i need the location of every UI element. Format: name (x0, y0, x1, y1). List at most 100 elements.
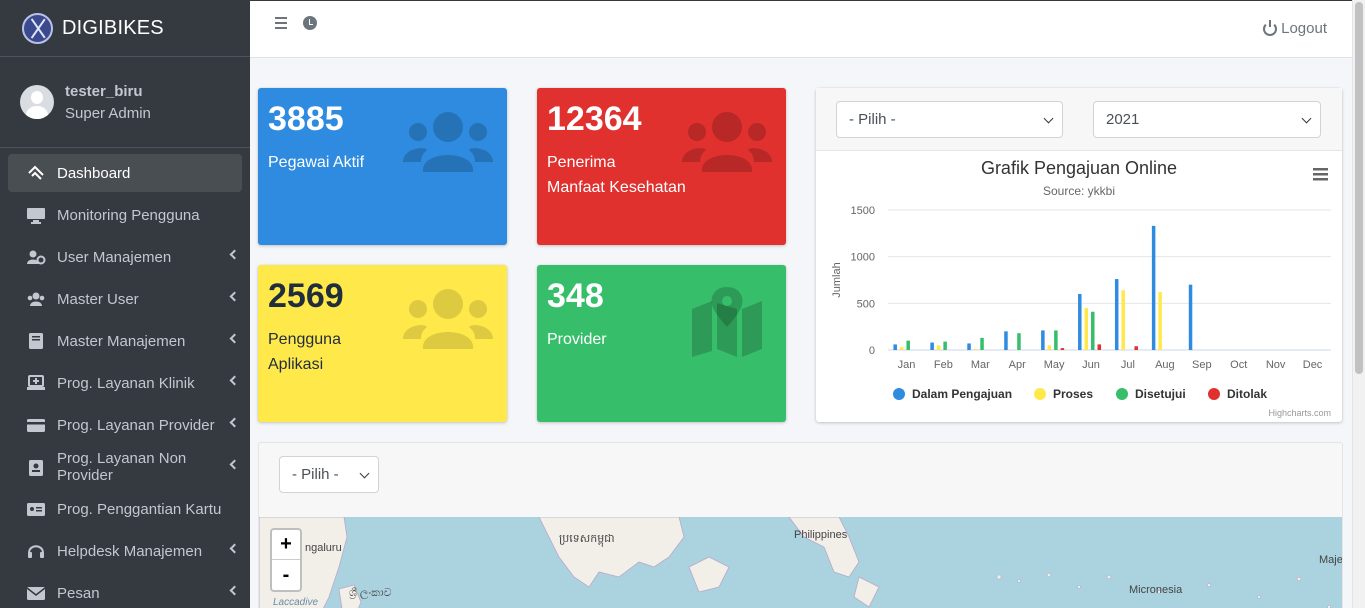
chart-subtitle: Source: ykkbi (1043, 184, 1115, 198)
chart-bar-proses-jul[interactable] (1121, 290, 1125, 350)
sidebar-item-master-user[interactable]: Master User (8, 280, 242, 318)
chart-bar-dalam-pengajuan-feb[interactable] (930, 342, 934, 350)
stat-value: 12364 (547, 100, 642, 138)
chart-x-tick-label: Jun (1082, 359, 1100, 371)
chart-bar-ditolak-may[interactable] (1060, 348, 1065, 350)
month-select[interactable]: - Pilih - (836, 101, 1063, 138)
scrollbar-thumb[interactable] (1355, 2, 1363, 374)
year-select[interactable]: 2021 (1093, 101, 1321, 138)
chart-bar-proses-jun[interactable] (1084, 308, 1089, 350)
map[interactable]: + - ngaluru ប្រទេសកម្ពុជា Philippines Mi… (259, 517, 1342, 608)
stat-box-pengguna-aplikasi[interactable]: 2569 Pengguna Aplikasi (258, 265, 507, 422)
chevron-left-icon (229, 333, 240, 344)
logout-button[interactable]: Logout (1263, 19, 1327, 37)
chart-card: - Pilih - 2021 Grafik Pengajuan Online S… (816, 88, 1342, 422)
chevron-left-icon (229, 249, 240, 260)
chart-bar-dalam-pengajuan-apr[interactable] (1004, 331, 1008, 350)
sidebar-item-label: Master Manajemen (57, 332, 186, 350)
laptop-medical-icon (26, 374, 46, 392)
chart-bar-proses-jan[interactable] (899, 347, 904, 350)
chart-bar-proses-aug[interactable] (1158, 292, 1162, 350)
sidebar-item-prog-layanan-non-provider[interactable]: Prog. Layanan Non Provider (8, 448, 242, 486)
chart-legend-item-ditolak[interactable]: Ditolak (1208, 387, 1267, 401)
headset-icon (26, 542, 46, 560)
sidebar-item-label: Prog. Layanan Non Provider (57, 450, 187, 484)
chart-grafik-pengajuan: Grafik Pengajuan Online Source: ykkbi Ju… (831, 158, 1331, 418)
region-select-value: - Pilih - (292, 466, 339, 483)
sidebar-item-label: Helpdesk Manajemen (57, 542, 203, 560)
brand[interactable]: DIGIBIKES (0, 0, 250, 57)
chevron-left-icon (229, 543, 240, 554)
chart-x-tick-label: Mar (971, 359, 990, 371)
chart-bar-proses-feb[interactable] (936, 345, 941, 350)
sidebar-item-master-manajemen[interactable]: Master Manajemen (8, 322, 242, 360)
chart-x-tick-label: Sep (1192, 359, 1212, 371)
month-select-value: - Pilih - (849, 111, 896, 128)
chevron-down-icon (1301, 113, 1312, 124)
chart-bar-disetujui-jan[interactable] (906, 340, 910, 350)
chart-bar-ditolak-jul[interactable] (1134, 346, 1138, 350)
chart-legend-item-disetujui[interactable]: Disetujui (1116, 387, 1186, 401)
year-select-value: 2021 (1106, 111, 1140, 128)
chart-bar-disetujui-apr[interactable] (1017, 333, 1021, 350)
chart-x-tick-label: Apr (1009, 359, 1026, 371)
region-select[interactable]: - Pilih - (279, 456, 379, 493)
chart-legend-item-dalam-pengajuan[interactable]: Dalam Pengajuan (893, 387, 1012, 401)
chart-bar-proses-mar[interactable] (973, 349, 978, 350)
stat-box-provider[interactable]: 348 Provider (537, 265, 786, 422)
chart-bar-disetujui-may[interactable] (1054, 330, 1058, 350)
chart-bar-disetujui-feb[interactable] (943, 341, 947, 350)
chart-bar-dalam-pengajuan-mar[interactable] (967, 343, 971, 350)
chart-y-tick-label: 500 (857, 298, 875, 310)
chart-bar-proses-may[interactable] (1047, 345, 1052, 350)
user-panel[interactable]: tester_biru Super Admin (0, 57, 250, 148)
chart-legend-label: Ditolak (1227, 387, 1267, 401)
sidebar-item-label: Prog. Penggantian Kartu (57, 500, 222, 518)
chart-bar-dalam-pengajuan-aug[interactable] (1151, 225, 1156, 350)
chart-y-axis-label: Jumlah (831, 262, 843, 297)
stat-box-pegawai-aktif[interactable]: 3885 Pegawai Aktif (258, 88, 507, 245)
clock-icon[interactable] (303, 16, 317, 30)
sidebar-item-helpdesk-manajemen[interactable]: Helpdesk Manajemen (8, 532, 242, 570)
chart-legend-item-proses[interactable]: Proses (1034, 387, 1093, 401)
users-icon (682, 112, 772, 172)
map-label-cambodia: ប្រទេសកម្ពុជា (559, 533, 615, 545)
chart-legend-marker (1116, 388, 1128, 400)
chart-legend-marker (1208, 388, 1220, 400)
chart-bar-dalam-pengajuan-sep[interactable] (1188, 284, 1193, 350)
stat-box-penerima-manfaat[interactable]: 12364 Penerima Manfaat Kesehatan (537, 88, 786, 245)
chart-x-tick-label: May (1044, 359, 1065, 371)
map-card: - Pilih - + - ngaluru ប្រទេសកម្ពុជា Phil… (258, 442, 1343, 608)
zoom-in-button[interactable]: + (272, 530, 300, 560)
sidebar-item-prog-penggantian-kartu[interactable]: Prog. Penggantian Kartu (8, 490, 242, 528)
zoom-out-button[interactable]: - (272, 560, 300, 590)
chart-title: Grafik Pengajuan Online (981, 158, 1177, 178)
sidebar-item-monitoring-pengguna[interactable]: Monitoring Pengguna (8, 196, 242, 234)
chevron-down-icon (1043, 113, 1054, 124)
chart-bar-dalam-pengajuan-jul[interactable] (1114, 279, 1119, 350)
chart-bar-dalam-pengajuan-jan[interactable] (893, 344, 897, 350)
map-label-laccadive: Laccadive (273, 597, 319, 608)
chart-bar-dalam-pengajuan-jun[interactable] (1078, 294, 1082, 350)
chart-bar-ditolak-jun[interactable] (1097, 344, 1102, 350)
chart-menu-icon[interactable] (1313, 168, 1328, 181)
chart-bar-disetujui-mar[interactable] (980, 337, 984, 350)
sidebar-item-prog-layanan-klinik[interactable]: Prog. Layanan Klinik (8, 364, 242, 402)
page-scrollbar[interactable] (1352, 0, 1365, 608)
sidebar-item-user-manajemen[interactable]: User Manajemen (8, 238, 242, 276)
stat-value: 3885 (268, 100, 344, 138)
sidebar-item-label: User Manajemen (57, 248, 172, 266)
chart-credits[interactable]: Highcharts.com (1268, 408, 1331, 418)
sidebar-item-prog-layanan-provider[interactable]: Prog. Layanan Provider (8, 406, 242, 444)
sidebar-item-dashboard[interactable]: Dashboard (8, 154, 242, 192)
users-cog-icon (26, 248, 46, 266)
chart-bar-disetujui-jun[interactable] (1091, 311, 1095, 350)
sidebar-item-pesan[interactable]: Pesan (8, 574, 242, 608)
chart-bar-dalam-pengajuan-may[interactable] (1041, 330, 1045, 350)
stat-value: 348 (547, 277, 604, 315)
chart-legend-label: Dalam Pengajuan (912, 387, 1012, 401)
chart-x-tick-label: Aug (1155, 359, 1175, 371)
hamburger-menu-icon[interactable] (275, 17, 287, 29)
chart-legend[interactable]: Dalam Pengajuan Proses Disetujui Ditolak (893, 387, 1267, 401)
chevron-down-icon (359, 468, 370, 479)
